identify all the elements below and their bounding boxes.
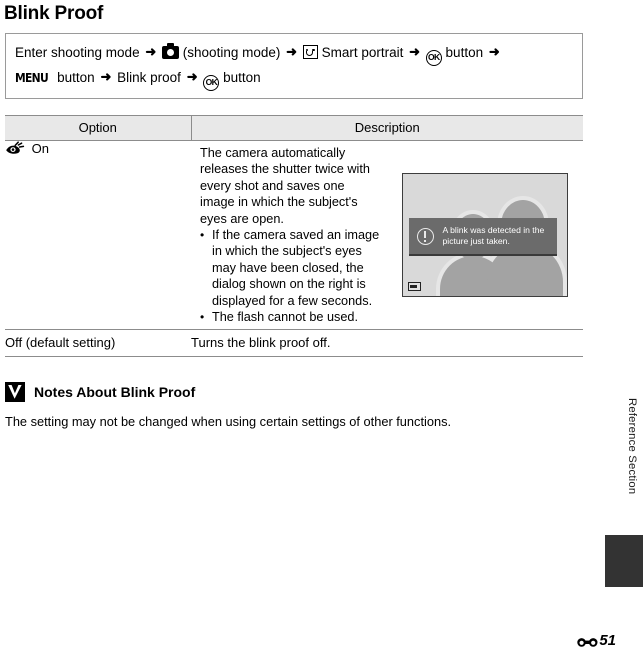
navigation-path-line-2: MENU button ➜ Blink proof ➜ OK button bbox=[15, 66, 573, 91]
instruction-label-menu-button: button bbox=[57, 70, 95, 85]
arrow-icon: ➜ bbox=[145, 44, 157, 59]
arrow-icon: ➜ bbox=[100, 69, 112, 84]
camera-icon bbox=[162, 43, 180, 59]
options-table: Option Description On The camera automat… bbox=[5, 115, 583, 358]
blink-proof-eye-icon bbox=[5, 141, 29, 158]
ok-button-icon: OK bbox=[425, 50, 442, 66]
smart-portrait-icon bbox=[302, 45, 318, 59]
camera-screen-illustration: A blink was detected in the picture just… bbox=[401, 173, 568, 297]
dialog-message-line-1: A blink was detected in the bbox=[442, 224, 545, 235]
caution-check-icon bbox=[5, 382, 25, 402]
column-header-option: Option bbox=[5, 115, 192, 141]
table-header-row: Option Description bbox=[5, 115, 583, 141]
instruction-text-enter-shooting-mode: Enter shooting mode bbox=[15, 45, 140, 60]
table-row: On The camera automatically releases the… bbox=[5, 140, 583, 331]
monitor-icon bbox=[407, 282, 421, 291]
exclamation-circle-icon bbox=[416, 227, 434, 245]
description-bullet: • The flash cannot be used. bbox=[200, 309, 382, 325]
instruction-label-blink-proof: Blink proof bbox=[117, 70, 181, 85]
arrow-icon: ➜ bbox=[286, 44, 298, 59]
bullet-text: If the camera saved an image in which th… bbox=[212, 228, 380, 308]
notes-heading-row: Notes About Blink Proof bbox=[5, 382, 585, 402]
menu-button-icon: MENU bbox=[15, 70, 49, 85]
page-title: Blink Proof bbox=[4, 3, 104, 24]
sidebar-thumb-index-block bbox=[605, 535, 643, 587]
description-cell-off: Turns the blink proof off. bbox=[191, 329, 583, 358]
instruction-label-smart-portrait: Smart portrait bbox=[321, 45, 404, 60]
option-label-on: On bbox=[31, 141, 49, 156]
navigation-path-box: Enter shooting mode ➜ (shooting mode) ➜ … bbox=[5, 33, 583, 99]
blink-warning-dialog: A blink was detected in the picture just… bbox=[408, 218, 557, 256]
option-cell-on: On bbox=[5, 140, 191, 331]
manual-page: Blink Proof Enter shooting mode ➜ (shoot… bbox=[0, 0, 643, 658]
description-cell-on: The camera automatically releases the sh… bbox=[191, 140, 583, 331]
sidebar-section-label: Reference Section bbox=[626, 398, 638, 495]
dialog-message-line-2: picture just taken. bbox=[442, 236, 510, 246]
bullet-marker-icon: • bbox=[200, 228, 205, 243]
arrow-icon: ➜ bbox=[186, 69, 198, 84]
notes-heading: Notes About Blink Proof bbox=[34, 384, 196, 400]
description-intro: The camera automatically releases the sh… bbox=[200, 146, 370, 226]
page-number: 51 bbox=[599, 632, 616, 649]
table-row: Off (default setting) Turns the blink pr… bbox=[5, 329, 583, 358]
navigation-path-line-1: Enter shooting mode ➜ (shooting mode) ➜ … bbox=[15, 41, 573, 66]
reference-section-symbol-icon bbox=[577, 635, 598, 647]
notes-section: Notes About Blink Proof The setting may … bbox=[5, 382, 585, 430]
ok-button-icon: OK bbox=[203, 75, 220, 91]
page-footer: 51 bbox=[577, 632, 616, 649]
bullet-text: The flash cannot be used. bbox=[212, 310, 359, 325]
dialog-message: A blink was detected in the picture just… bbox=[443, 225, 545, 248]
bullet-marker-icon: • bbox=[200, 310, 205, 325]
instruction-label-shooting-mode: (shooting mode) bbox=[182, 45, 281, 60]
description-bullet: • If the camera saved an image in which … bbox=[200, 227, 382, 309]
arrow-icon: ➜ bbox=[488, 44, 500, 59]
description-text-block: The camera automatically releases the sh… bbox=[191, 145, 386, 325]
instruction-label-ok-button: button bbox=[445, 45, 484, 60]
notes-body: The setting may not be changed when usin… bbox=[5, 414, 452, 429]
instruction-label-ok-button: button bbox=[223, 70, 261, 85]
column-header-description: Description bbox=[191, 115, 583, 141]
camera-screen-illustration-wrapper: A blink was detected in the picture just… bbox=[386, 145, 583, 325]
option-cell-off: Off (default setting) bbox=[5, 329, 191, 358]
arrow-icon: ➜ bbox=[409, 44, 421, 59]
